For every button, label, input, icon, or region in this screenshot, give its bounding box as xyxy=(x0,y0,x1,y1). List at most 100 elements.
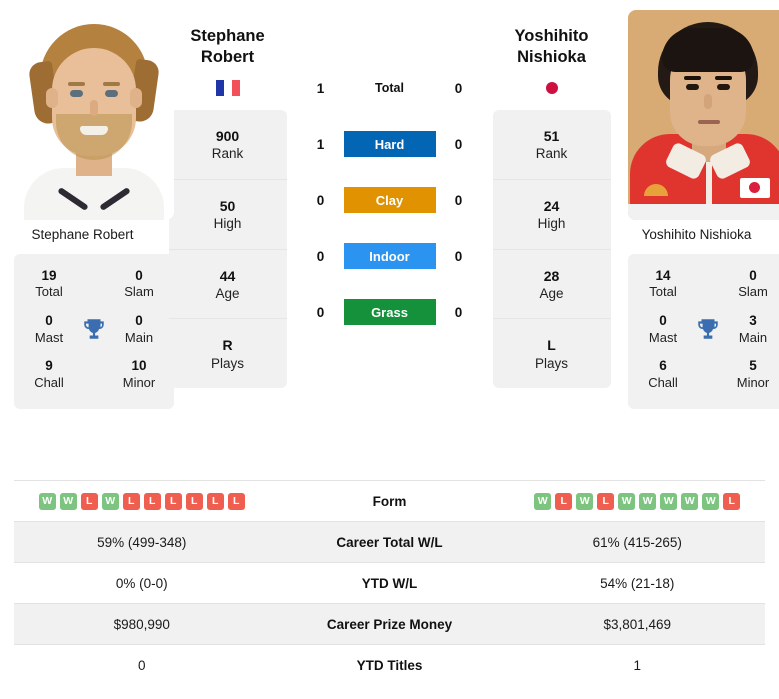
left-form-badges: WWLWLLLLLL xyxy=(14,492,270,510)
left-player-photo-caption: Stephane Robert xyxy=(31,227,134,242)
left-ytd-titles: 0 xyxy=(137,657,146,673)
form-badge-w: W xyxy=(576,492,594,510)
form-badge-l: L xyxy=(206,492,224,510)
flag-japan-icon xyxy=(539,80,564,97)
h2h-row-total: 1 Total 0 xyxy=(290,60,489,116)
form-badge-w: W xyxy=(660,492,678,510)
right-info-age: 28 Age xyxy=(492,250,611,320)
form-badge-l: L xyxy=(143,492,161,510)
h2h-clay-left-score: 0 xyxy=(316,192,325,208)
left-info-plays: R Plays xyxy=(210,337,244,371)
right-player-photo xyxy=(628,10,779,220)
form-badge-w: W xyxy=(702,492,720,510)
surface-chip-clay[interactable]: Clay xyxy=(343,187,436,213)
h2h-clay-right-score: 0 xyxy=(454,192,463,208)
head-to-head-column: 1 Total 0 1 Hard 0 0 Clay 0 0 Indoor 0 0 xyxy=(290,0,489,340)
right-form-badges: WLWLWWWWWL xyxy=(510,492,766,510)
right-masters-titles: 0 Mast xyxy=(648,312,678,345)
trophy-icon xyxy=(84,319,104,339)
left-ytd-wl: 0% (0-0) xyxy=(115,575,168,591)
right-ytd-titles: 1 xyxy=(633,657,641,673)
left-player-titles-box: 19 Total 0 Slam 0 Mast 0 Main 9 Chall 10… xyxy=(14,253,174,409)
table-row-career-total-wl: 59% (499-348) Career Total W/L 61% (415-… xyxy=(14,521,765,562)
form-badge-w: W xyxy=(59,492,77,510)
form-badge-w: W xyxy=(534,492,552,510)
row-label-ytd-wl: YTD W/L xyxy=(361,575,418,591)
h2h-row-clay: 0 Clay 0 xyxy=(290,172,489,228)
left-total-titles: 19 Total xyxy=(35,267,63,300)
left-info-high: 50 High xyxy=(168,180,287,250)
right-info-plays: L Plays xyxy=(534,337,568,371)
table-row-ytd-wl: 0% (0-0) YTD W/L 54% (21-18) xyxy=(14,562,765,603)
right-info-rank: 51 Rank xyxy=(492,110,611,180)
h2h-row-grass: 0 Grass 0 xyxy=(290,284,489,340)
form-badge-w: W xyxy=(681,492,699,510)
left-main-titles: 0 Main xyxy=(124,312,154,345)
row-label-career-total-wl: Career Total W/L xyxy=(336,534,443,550)
left-career-prize-money: $980,990 xyxy=(113,616,170,632)
h2h-row-indoor: 0 Indoor 0 xyxy=(290,228,489,284)
left-masters-titles: 0 Mast xyxy=(34,312,64,345)
h2h-grass-left-score: 0 xyxy=(316,304,325,320)
h2h-total-label: Total xyxy=(375,81,404,95)
right-player-info-card: 51 Rank 24 High 28 Age L Plays xyxy=(492,110,611,389)
left-minor-titles: 10 Minor xyxy=(122,357,156,390)
left-info-rank: 900 Rank xyxy=(168,110,287,180)
right-player-photo-column: Yoshihito Nishioka 14 Total 0 Slam 0 Mas… xyxy=(614,0,779,409)
left-player-photo-column: Stephane Robert 19 Total 0 Slam 0 Mast 0… xyxy=(0,0,174,409)
left-player-photo xyxy=(14,10,174,220)
right-titles-row-1: 14 Total 0 Slam xyxy=(632,262,779,307)
left-challenger-titles: 9 Chall xyxy=(34,357,64,390)
right-player-name[interactable]: Yoshihito Nishioka xyxy=(489,26,614,68)
form-badge-l: L xyxy=(723,492,741,510)
right-info-high: 24 High xyxy=(492,180,611,250)
form-badge-l: L xyxy=(164,492,182,510)
row-label-career-prize-money: Career Prize Money xyxy=(326,616,453,632)
h2h-total-left-score: 1 xyxy=(316,80,325,96)
form-badge-l: L xyxy=(555,492,573,510)
comparison-header: Stephane Robert 19 Total 0 Slam 0 Mast 0… xyxy=(0,0,779,475)
form-badge-w: W xyxy=(38,492,56,510)
player-comparison-page: Stephane Robert 19 Total 0 Slam 0 Mast 0… xyxy=(0,0,779,699)
surface-chip-hard[interactable]: Hard xyxy=(343,131,436,157)
right-player-titles-box: 14 Total 0 Slam 0 Mast 3 Main 6 Chall 5 … xyxy=(628,253,779,409)
form-badge-w: W xyxy=(639,492,657,510)
h2h-total-right-score: 0 xyxy=(454,80,463,96)
form-badge-w: W xyxy=(618,492,636,510)
left-player-flag-wrap xyxy=(165,80,290,97)
left-slam-titles: 0 Slam xyxy=(124,267,154,300)
right-career-prize-money: $3,801,469 xyxy=(603,616,672,632)
right-ytd-wl: 54% (21-18) xyxy=(600,575,675,591)
form-badge-l: L xyxy=(227,492,245,510)
h2h-grass-right-score: 0 xyxy=(454,304,463,320)
stats-table: WWLWLLLLLL Form WLWLWWWWWL 59% (499-348)… xyxy=(14,480,765,685)
table-row-ytd-titles: 0 YTD Titles 1 xyxy=(14,644,765,685)
right-minor-titles: 5 Minor xyxy=(736,357,770,390)
right-player-portrait-icon xyxy=(628,10,779,220)
left-info-age: 44 Age xyxy=(168,250,287,320)
h2h-hard-right-score: 0 xyxy=(454,136,463,152)
left-player-info-column: Stephane Robert 900 Rank 50 High 44 Age xyxy=(165,0,290,389)
surface-chip-indoor[interactable]: Indoor xyxy=(343,243,436,269)
table-row-career-prize-money: $980,990 Career Prize Money $3,801,469 xyxy=(14,603,765,644)
surface-chip-grass[interactable]: Grass xyxy=(343,299,436,325)
left-titles-row-1: 19 Total 0 Slam xyxy=(18,262,170,307)
flag-france-icon xyxy=(215,80,240,97)
left-titles-row-2: 0 Mast 0 Main xyxy=(18,307,170,352)
h2h-indoor-left-score: 0 xyxy=(316,248,325,264)
right-main-titles: 3 Main xyxy=(738,312,768,345)
form-badge-l: L xyxy=(597,492,615,510)
left-titles-row-3: 9 Chall 10 Minor xyxy=(18,352,170,397)
trophy-icon xyxy=(698,319,718,339)
right-trophy-icon-wrap xyxy=(693,316,723,342)
form-badge-l: L xyxy=(185,492,203,510)
left-player-portrait-icon xyxy=(14,10,174,220)
left-player-name[interactable]: Stephane Robert xyxy=(165,26,290,68)
right-titles-row-3: 6 Chall 5 Minor xyxy=(632,352,779,397)
right-total-titles: 14 Total xyxy=(649,267,677,300)
form-badge-l: L xyxy=(80,492,98,510)
row-label-ytd-titles: YTD Titles xyxy=(356,657,423,673)
h2h-row-hard: 1 Hard 0 xyxy=(290,116,489,172)
right-player-info-column: Yoshihito Nishioka 51 Rank 24 High 28 Ag… xyxy=(489,0,614,389)
right-slam-titles: 0 Slam xyxy=(738,267,768,300)
